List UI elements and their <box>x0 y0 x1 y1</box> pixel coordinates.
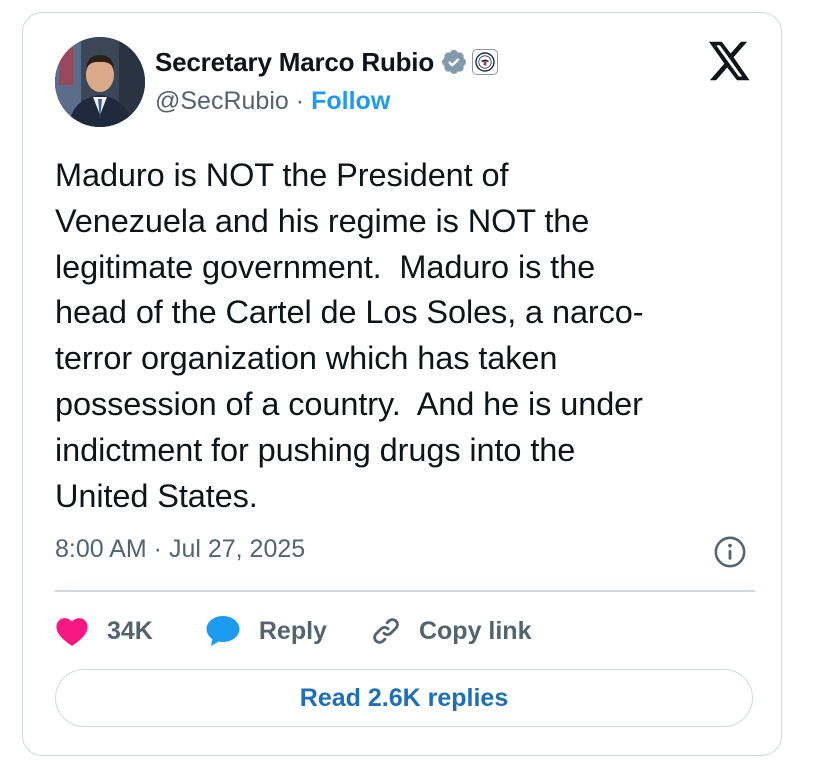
tweet-text: Maduro is NOT the President of Venezuela… <box>55 157 644 514</box>
avatar[interactable] <box>55 37 145 127</box>
author-display-name[interactable]: Secretary Marco Rubio <box>155 47 434 78</box>
follow-button[interactable]: Follow <box>311 87 390 116</box>
info-icon[interactable] <box>713 535 747 569</box>
handle-separator: · <box>295 87 305 115</box>
author-handle-row: @SecRubio · Follow <box>155 87 390 116</box>
reply-label: Reply <box>258 616 327 645</box>
reply-button[interactable]: Reply <box>205 614 327 648</box>
author-name-row: Secretary Marco Rubio <box>155 47 499 78</box>
tweet-card: Secretary Marco Rubio @SecRubio · Follow… <box>22 12 782 756</box>
tweet-timestamp[interactable]: 8:00 AM · Jul 27, 2025 <box>55 535 305 564</box>
divider <box>55 590 755 592</box>
read-replies-label: Read 2.6K replies <box>299 683 509 712</box>
heart-icon <box>55 616 89 646</box>
speech-bubble-icon <box>205 614 241 648</box>
copy-link-label: Copy link <box>418 616 532 645</box>
read-replies-button[interactable]: Read 2.6K replies <box>55 669 753 727</box>
action-bar: 34K Reply Copy link <box>55 611 531 651</box>
x-logo-icon[interactable] <box>709 41 751 81</box>
link-icon <box>369 614 403 648</box>
like-button[interactable]: 34K <box>55 616 153 646</box>
verified-badge-icon <box>440 48 468 76</box>
author-handle[interactable]: @SecRubio <box>155 87 289 116</box>
state-department-seal-icon <box>472 49 499 75</box>
like-count: 34K <box>107 616 153 645</box>
copy-link-button[interactable]: Copy link <box>369 614 532 648</box>
